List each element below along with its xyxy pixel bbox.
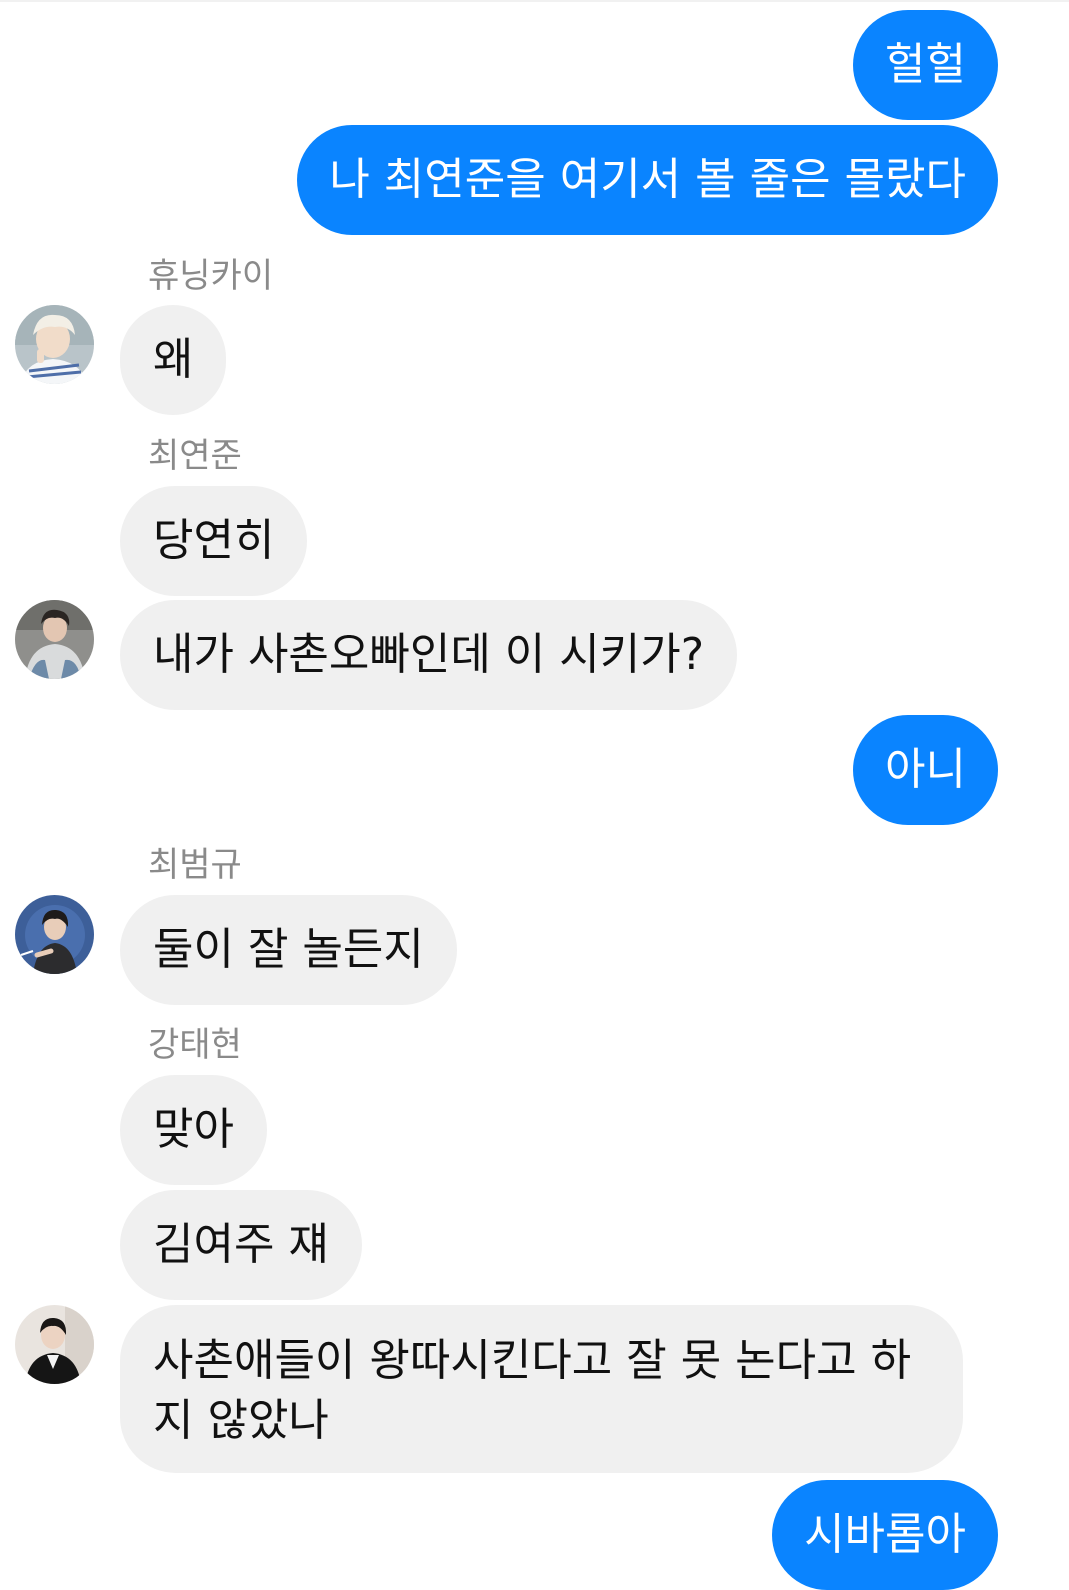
message-text: 사촌애들이 왕따시킨다고 잘 못 논다고 하지 않았나	[153, 1335, 912, 1446]
message-text: 내가 사촌오빠인데 이 시키가?	[153, 629, 705, 680]
message-text: 둘이 잘 놀든지	[153, 924, 424, 975]
avatar-photo-blond	[15, 305, 94, 384]
message-text: 당연히	[153, 515, 275, 566]
incoming-message-bubble[interactable]: 당연히	[120, 486, 308, 596]
incoming-message-bubble[interactable]: 맞아	[120, 1075, 267, 1185]
avatar-photo-blue-bg	[15, 895, 94, 974]
outgoing-message-bubble[interactable]: 아니	[853, 715, 998, 825]
avatar-taehyun[interactable]	[15, 1305, 94, 1384]
incoming-message-bubble[interactable]: 둘이 잘 놀든지	[120, 895, 457, 1005]
message-text: 맞아	[153, 1104, 234, 1155]
message-text: 아니	[885, 744, 966, 795]
outgoing-message-bubble[interactable]: 시바롬아	[772, 1480, 998, 1590]
message-text: 나 최연준을 여기서 볼 줄은 몰랐다	[329, 154, 966, 205]
avatar-yeonjun[interactable]	[15, 600, 94, 679]
sender-name: 강태현	[148, 1025, 242, 1065]
outgoing-message-bubble[interactable]: 헐헐	[853, 10, 998, 120]
message-text: 김여주 쟤	[153, 1219, 329, 1270]
incoming-message-bubble[interactable]: 김여주 쟤	[120, 1190, 362, 1300]
sender-name: 최범규	[148, 845, 242, 885]
outgoing-message-bubble[interactable]: 나 최연준을 여기서 볼 줄은 몰랐다	[297, 125, 998, 235]
message-text: 헐헐	[885, 39, 966, 90]
incoming-message-bubble[interactable]: 왜	[120, 305, 227, 415]
avatar-hueningkai[interactable]	[15, 305, 94, 384]
top-divider	[0, 0, 1069, 2]
sender-name: 최연준	[148, 436, 242, 476]
avatar-photo-dark-hair	[15, 600, 94, 679]
incoming-message-bubble[interactable]: 사촌애들이 왕따시킨다고 잘 못 논다고 하지 않았나	[120, 1305, 963, 1473]
sender-name: 휴닝카이	[148, 256, 274, 296]
message-text: 시바롬아	[804, 1509, 966, 1560]
avatar-beomgyu[interactable]	[15, 895, 94, 974]
avatar-photo-suit	[15, 1305, 94, 1384]
incoming-message-bubble[interactable]: 내가 사촌오빠인데 이 시키가?	[120, 600, 738, 710]
message-text: 왜	[153, 334, 194, 385]
